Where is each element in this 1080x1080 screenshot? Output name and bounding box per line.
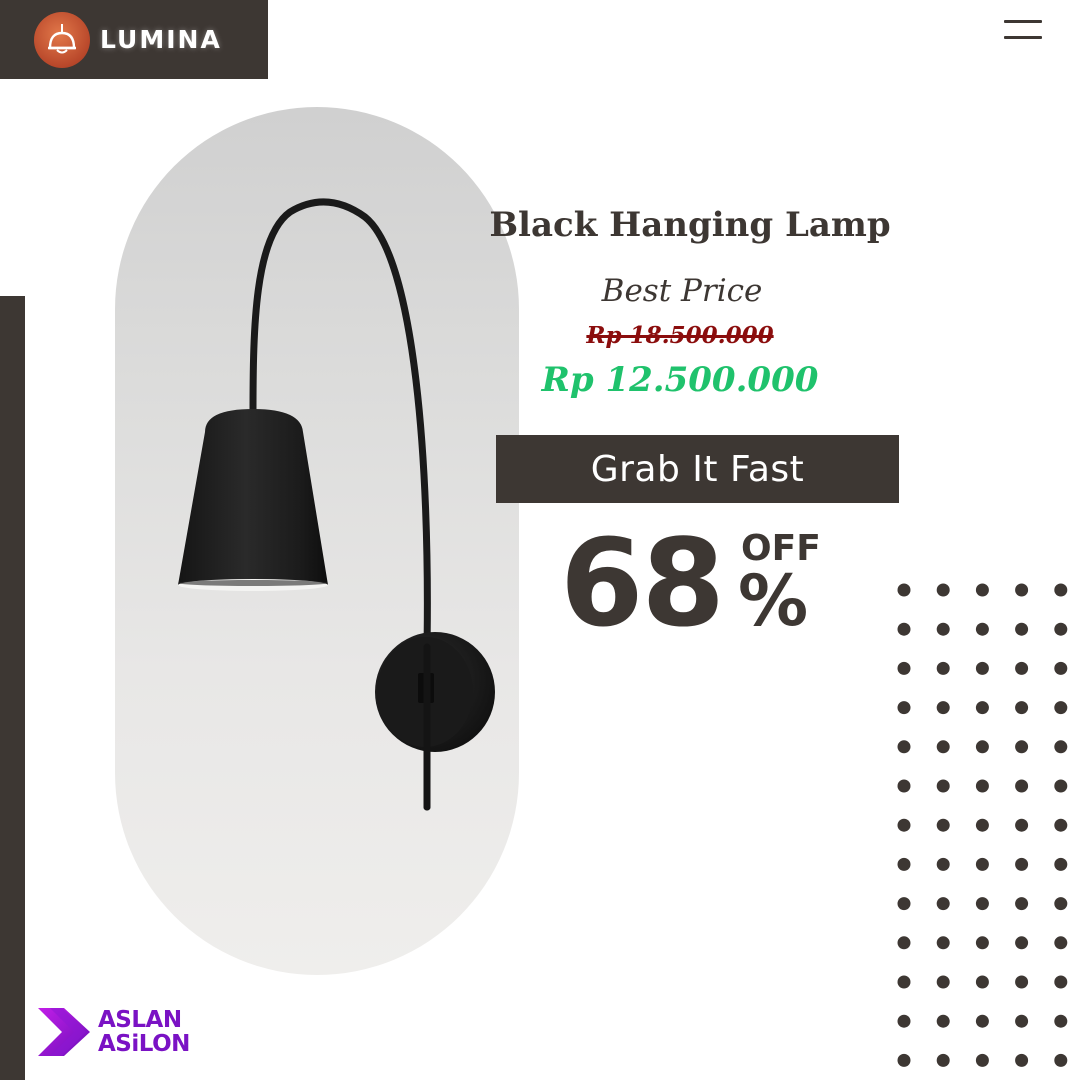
decorative-dot <box>936 622 950 636</box>
side-accent-bar <box>0 296 25 1080</box>
partner-name-line1: ASLAN <box>98 1007 182 1033</box>
decorative-dot <box>1054 818 1068 832</box>
decorative-dot <box>975 661 989 675</box>
decorative-dot <box>1054 1053 1068 1067</box>
decorative-dot <box>936 897 950 911</box>
decorative-dot <box>1015 897 1029 911</box>
decorative-dot <box>897 936 911 950</box>
decorative-dot <box>897 1014 911 1028</box>
decorative-dot <box>1015 661 1029 675</box>
brand-name: LUMINA <box>100 25 222 54</box>
decorative-dot <box>1054 779 1068 793</box>
decorative-dot <box>936 701 950 715</box>
decorative-dot <box>975 857 989 871</box>
decorative-dot <box>897 779 911 793</box>
decorative-dot <box>936 975 950 989</box>
decorative-dot <box>897 897 911 911</box>
decorative-dot <box>975 701 989 715</box>
decorative-dot <box>975 779 989 793</box>
decorative-dot <box>975 1053 989 1067</box>
hamburger-menu-icon[interactable] <box>1004 20 1044 42</box>
decorative-dot <box>975 936 989 950</box>
menu-line <box>1004 36 1042 39</box>
decorative-dot <box>1015 975 1029 989</box>
decorative-dot <box>1015 583 1029 597</box>
decorative-dot <box>897 818 911 832</box>
decorative-dot <box>936 740 950 754</box>
decorative-dot <box>975 622 989 636</box>
decorative-dot <box>897 857 911 871</box>
cta-label: Grab It Fast <box>590 448 805 490</box>
brand-header: LUMINA <box>0 0 268 79</box>
discount-value: 68 <box>560 515 725 654</box>
decorative-dot <box>897 701 911 715</box>
decorative-dot <box>1015 622 1029 636</box>
decorative-dot <box>1015 936 1029 950</box>
decorative-dot <box>975 818 989 832</box>
decorative-dot <box>1054 936 1068 950</box>
decorative-dot <box>975 583 989 597</box>
decorative-dot <box>936 936 950 950</box>
decorative-dot <box>1015 818 1029 832</box>
decorative-dot <box>897 975 911 989</box>
decorative-dot <box>936 1053 950 1067</box>
decorative-dot <box>1054 701 1068 715</box>
decorative-dot <box>975 897 989 911</box>
decorative-dot <box>936 661 950 675</box>
decorative-dot <box>897 1053 911 1067</box>
decorative-dot <box>1015 701 1029 715</box>
partner-name-line2: ASiLON <box>98 1031 190 1057</box>
decorative-dot <box>1015 857 1029 871</box>
decorative-dot <box>936 779 950 793</box>
decorative-dot <box>936 857 950 871</box>
grab-it-fast-button[interactable]: Grab It Fast <box>496 435 899 503</box>
decorative-dot <box>1015 779 1029 793</box>
decorative-dot <box>936 1014 950 1028</box>
decorative-dot <box>1054 897 1068 911</box>
decorative-dot <box>975 1014 989 1028</box>
decorative-dot <box>1054 661 1068 675</box>
menu-line <box>1004 20 1042 23</box>
chevron-arrow-icon <box>38 1008 90 1056</box>
decorative-dot <box>897 740 911 754</box>
old-price: Rp 18.500.000 <box>586 322 774 349</box>
decorative-dot <box>975 975 989 989</box>
decorative-dot <box>897 622 911 636</box>
price-label: Best Price <box>601 273 763 309</box>
percent-sign: % <box>738 560 809 642</box>
decorative-dot-grid <box>897 583 1080 1080</box>
product-image <box>115 107 519 975</box>
decorative-dot <box>1015 1053 1029 1067</box>
decorative-dot <box>1015 740 1029 754</box>
partner-logo: ASLAN ASiLON <box>36 1004 206 1060</box>
decorative-dot <box>1054 857 1068 871</box>
decorative-dot <box>1054 975 1068 989</box>
decorative-dot <box>1015 1014 1029 1028</box>
product-title: Black Hanging Lamp <box>489 205 891 245</box>
decorative-dot <box>1054 1014 1068 1028</box>
decorative-dot <box>975 740 989 754</box>
decorative-dot <box>1054 740 1068 754</box>
decorative-dot <box>1054 622 1068 636</box>
decorative-dot <box>936 583 950 597</box>
decorative-dot <box>1054 583 1068 597</box>
pendant-lamp-icon <box>34 11 90 68</box>
decorative-dot <box>897 583 911 597</box>
decorative-dot <box>936 818 950 832</box>
new-price: Rp 12.500.000 <box>541 360 819 400</box>
decorative-dot <box>897 661 911 675</box>
